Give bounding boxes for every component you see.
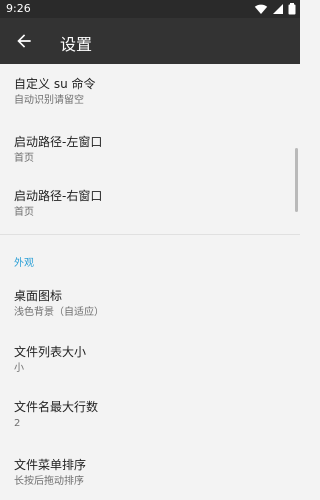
setting-item-su-command[interactable]: 自定义 su 命令 自动识别请留空 <box>14 76 284 108</box>
setting-subtitle: 2 <box>14 418 21 429</box>
setting-title: 启动路径-右窗口 <box>14 189 103 203</box>
back-arrow-icon[interactable] <box>14 31 34 51</box>
setting-title: 文件名最大行数 <box>14 400 99 414</box>
setting-subtitle: 首页 <box>14 207 34 218</box>
setting-item-file-list-size[interactable]: 文件列表大小 小 <box>14 344 284 376</box>
setting-subtitle: 首页 <box>14 153 34 164</box>
setting-item-desktop-icon[interactable]: 桌面图标 浅色背景（自适应） <box>14 288 284 320</box>
setting-subtitle: 自动识别请留空 <box>14 95 84 106</box>
status-time: 9:26 <box>6 2 31 15</box>
setting-title: 自定义 su 命令 <box>14 77 96 91</box>
section-header-appearance: 外观 <box>14 258 34 269</box>
vertical-scrollbar[interactable] <box>295 148 298 212</box>
setting-subtitle: 长按后拖动排序 <box>14 476 84 487</box>
setting-subtitle: 浅色背景（自适应） <box>14 307 104 318</box>
setting-subtitle: 小 <box>14 363 24 374</box>
signal-icon <box>273 4 283 14</box>
setting-title: 启动路径-左窗口 <box>14 135 103 149</box>
setting-item-right-window-path[interactable]: 启动路径-右窗口 首页 <box>14 188 284 220</box>
settings-list[interactable]: 自定义 su 命令 自动识别请留空 启动路径-左窗口 首页 启动路径-右窗口 首… <box>0 64 300 500</box>
setting-item-file-menu-order[interactable]: 文件菜单排序 长按后拖动排序 <box>14 457 284 489</box>
status-icons <box>254 2 296 16</box>
setting-title: 文件列表大小 <box>14 345 87 359</box>
section-divider <box>0 234 300 235</box>
setting-item-left-window-path[interactable]: 启动路径-左窗口 首页 <box>14 134 284 166</box>
setting-title: 桌面图标 <box>14 289 63 303</box>
setting-item-file-name-max-lines[interactable]: 文件名最大行数 2 <box>14 399 284 431</box>
setting-title: 文件菜单排序 <box>14 458 87 472</box>
battery-icon <box>288 3 296 15</box>
status-bar: 9:26 <box>0 0 300 18</box>
page-title: 设置 <box>60 35 93 54</box>
app-bar: 设置 <box>0 18 300 64</box>
wifi-icon <box>254 4 268 14</box>
